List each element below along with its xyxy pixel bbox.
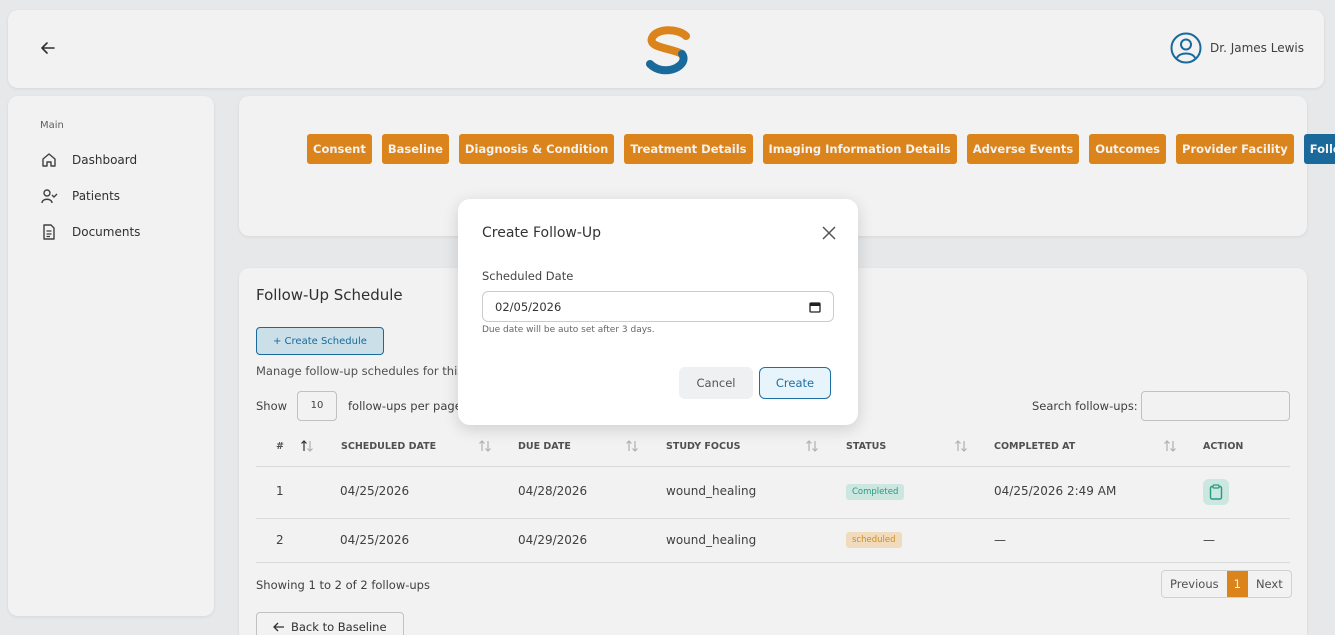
scheduled-date-input[interactable]: 02/05/2026	[482, 291, 834, 322]
scheduled-date-label: Scheduled Date	[482, 269, 574, 283]
calendar-icon[interactable]	[809, 301, 821, 313]
modal-title: Create Follow-Up	[482, 225, 602, 241]
cancel-button[interactable]: Cancel	[679, 367, 753, 399]
close-icon[interactable]	[820, 224, 838, 242]
scheduled-date-value: 02/05/2026	[495, 299, 562, 314]
create-follow-up-modal: Create Follow-Up Scheduled Date 02/05/20…	[458, 199, 858, 425]
due-date-hint: Due date will be auto set after 3 days.	[482, 325, 655, 335]
create-button[interactable]: Create	[759, 367, 831, 399]
